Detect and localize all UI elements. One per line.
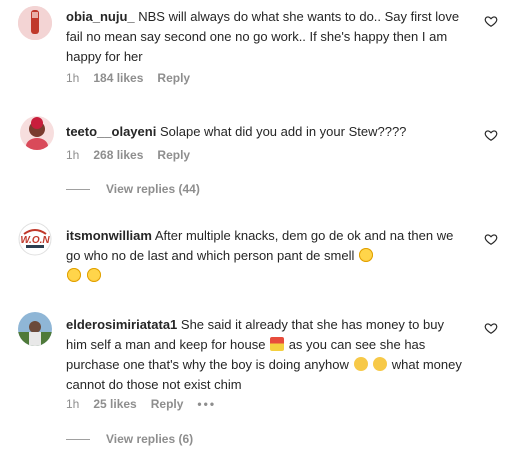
laughing-emoji [67,268,81,282]
avatar[interactable] [18,6,52,40]
comment-username[interactable]: itsmonwilliam [66,228,152,243]
comment-meta: 1h 25 likes Reply ••• [66,397,216,411]
clapping-emoji [373,357,388,371]
more-options-icon[interactable]: ••• [197,397,216,411]
avatar-image [20,116,54,150]
heart-icon[interactable] [484,232,498,246]
comment-time: 1h [66,148,80,162]
replies-divider [66,438,90,440]
comment-likes[interactable]: 184 likes [93,71,143,85]
heart-icon[interactable] [484,128,498,142]
heart-icon[interactable] [484,14,498,28]
comment-time: 1h [66,397,80,411]
comment-time: 1h [66,71,80,85]
replies-divider [66,188,90,190]
comment-meta: 1h 184 likes Reply [66,71,190,85]
house-emoji [270,337,285,351]
laughing-emoji [358,248,373,262]
avatar-image [18,6,52,40]
comment-likes[interactable]: 25 likes [93,397,136,411]
reply-button[interactable]: Reply [151,397,184,411]
avatar[interactable] [20,116,54,150]
heart-icon[interactable] [484,321,498,335]
comment-likes[interactable]: 268 likes [93,148,143,162]
view-replies-label[interactable]: View replies (6) [106,432,193,446]
comment-meta: 1h 268 likes Reply [66,148,190,162]
comment-username[interactable]: obia_nuju_ [66,9,135,24]
avatar-image [18,312,52,346]
reply-button[interactable]: Reply [157,71,190,85]
view-replies[interactable]: View replies (44) [66,182,200,196]
avatar-logo: W.O.N [18,222,52,256]
view-replies-label[interactable]: View replies (44) [106,182,200,196]
laughing-emoji [86,268,101,282]
comment-username[interactable]: elderosimiriatata1 [66,317,177,332]
clapping-emoji [353,357,368,371]
avatar-logo-text: W.O.N [20,235,50,246]
comment-body: itsmonwilliam After multiple knacks, dem… [66,226,466,286]
reply-button[interactable]: Reply [157,148,190,162]
comment-username[interactable]: teeto__olayeni [66,124,156,139]
comment-body: teeto__olayeni Solape what did you add i… [66,122,466,142]
comment-text: Solape what did you add in your Stew???? [159,124,407,139]
comment-body: obia_nuju_ NBS will always do what she w… [66,7,466,67]
view-replies[interactable]: View replies (6) [66,432,193,446]
avatar[interactable]: W.O.N [18,222,52,256]
comment-body: elderosimiriatata1 She said it already t… [66,315,466,395]
avatar[interactable] [18,312,52,346]
